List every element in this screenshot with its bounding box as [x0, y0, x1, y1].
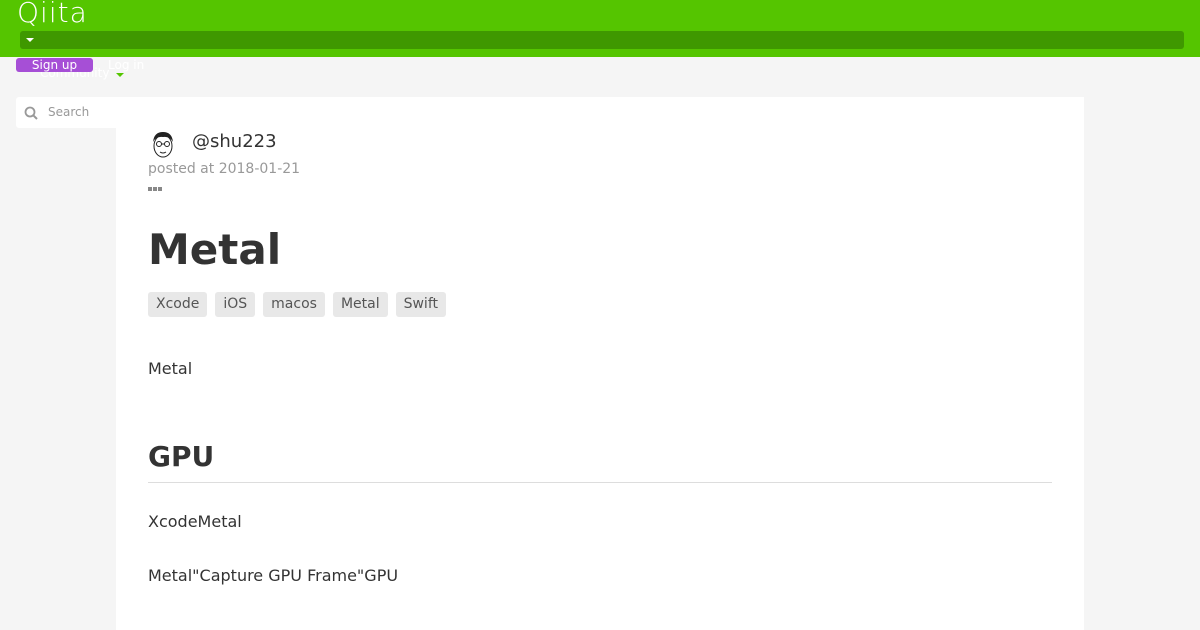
- search-placeholder: Search: [48, 105, 90, 119]
- author-name[interactable]: @shu223: [192, 131, 277, 152]
- article-title: Metal: [148, 225, 282, 274]
- tag[interactable]: Xcode: [148, 292, 208, 317]
- header: Qiita: [0, 0, 1200, 57]
- section-heading: GPU: [148, 440, 215, 473]
- search-icon: [24, 106, 38, 120]
- tag[interactable]: Metal: [332, 292, 388, 317]
- tag[interactable]: iOS: [215, 292, 256, 317]
- article: @shu223 posted at 2018-01-21 Metal Xcode…: [116, 97, 1084, 630]
- tag-list: Xcode iOS macos Metal Swift: [148, 292, 446, 317]
- signup-button[interactable]: Sign up: [16, 58, 93, 72]
- article-paragraph: XcodeMetal: [148, 512, 242, 531]
- article-paragraph: Metal: [148, 359, 193, 378]
- login-link[interactable]: Log in: [108, 58, 144, 72]
- more-dots-icon[interactable]: [148, 185, 164, 193]
- divider: [148, 482, 1052, 483]
- chevron-down-icon: [26, 38, 34, 42]
- tag[interactable]: Swift: [395, 292, 446, 317]
- community-dropdown[interactable]: [20, 31, 1184, 49]
- qiita-logo[interactable]: Qiita: [17, 0, 88, 29]
- posted-date: posted at 2018-01-21: [148, 161, 301, 177]
- avatar[interactable]: [148, 129, 178, 159]
- tag[interactable]: macos: [263, 292, 325, 317]
- article-paragraph: Metal"Capture GPU Frame"GPU: [148, 566, 399, 585]
- search-input[interactable]: Search: [16, 97, 120, 128]
- chevron-down-icon: [116, 73, 124, 77]
